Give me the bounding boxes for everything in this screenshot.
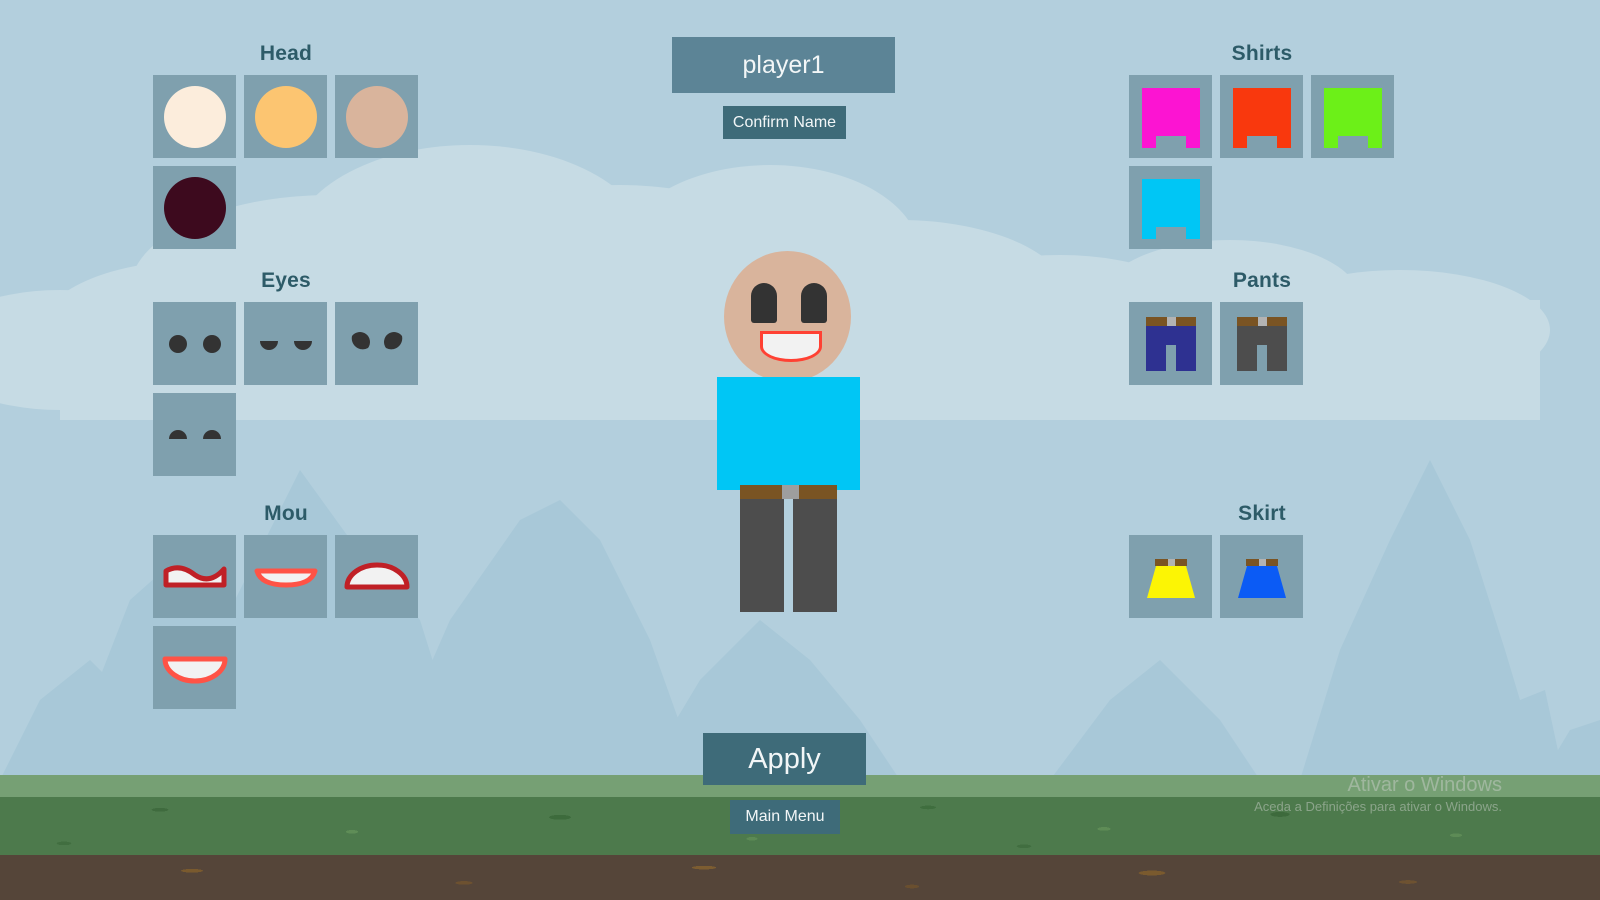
shirt-green-icon (1323, 87, 1382, 148)
shirt-option-2[interactable] (1311, 75, 1394, 158)
head-swatch-pale (163, 85, 226, 148)
mouth-arch-up-icon (344, 562, 409, 589)
section-mouth-title: Mou (264, 502, 308, 525)
section-pants-title: Pants (1232, 269, 1292, 292)
head-swatch-dark (163, 176, 226, 239)
avatar-eye-left (751, 283, 777, 323)
skirt-blue-icon (1237, 558, 1286, 598)
head-swatch-brown (345, 85, 408, 148)
avatar-leg-right (793, 490, 837, 612)
character-preview (700, 245, 900, 620)
skirt-yellow-icon (1146, 558, 1195, 598)
skirt-option-1[interactable] (1220, 535, 1303, 618)
skirt-option-0[interactable] (1129, 535, 1212, 618)
head-option-3[interactable] (153, 166, 236, 249)
avatar-head (724, 251, 851, 382)
head-swatch-tan (254, 85, 317, 148)
avatar-eye-right (801, 283, 827, 323)
pants-darkgray-icon (1236, 316, 1287, 371)
eyes-option-0[interactable] (153, 302, 236, 385)
shirt-cyan-icon (1141, 178, 1200, 239)
skirt-option-grid (1129, 535, 1395, 618)
head-option-1[interactable] (244, 75, 327, 158)
eyes-option-1[interactable] (244, 302, 327, 385)
section-eyes-title: Eyes (261, 269, 311, 292)
avatar-belt-buckle (782, 485, 799, 499)
mouth-option-1[interactable] (244, 535, 327, 618)
avatar-leg-left (740, 490, 784, 612)
pants-option-grid (1129, 302, 1395, 385)
mouth-arch-down-icon (162, 656, 227, 683)
section-skirt: Skirt (1129, 502, 1395, 618)
shirts-option-grid (1129, 75, 1395, 249)
pants-option-0[interactable] (1129, 302, 1212, 385)
eyes-option-2[interactable] (335, 302, 418, 385)
section-pants: Pants (1129, 269, 1395, 385)
ground-dirt (0, 855, 1600, 900)
mouth-option-2[interactable] (335, 535, 418, 618)
mouth-wavy-icon (163, 564, 226, 587)
avatar-legs (740, 490, 837, 612)
mouth-option-grid (153, 535, 419, 709)
section-head: Head (153, 42, 419, 249)
avatar-mouth (760, 331, 822, 362)
confirm-name-button[interactable]: Confirm Name (723, 106, 846, 139)
shirt-option-3[interactable] (1129, 166, 1212, 249)
pants-option-1[interactable] (1220, 302, 1303, 385)
section-eyes: Eyes (153, 269, 419, 476)
section-shirts-title: Shirts (1231, 42, 1293, 65)
head-option-2[interactable] (335, 75, 418, 158)
section-head-title: Head (259, 42, 313, 65)
eyes-round-icon (168, 334, 221, 353)
section-shirts: Shirts (1129, 42, 1395, 249)
shirt-red-icon (1232, 87, 1291, 148)
character-customization-screen: Head Eyes Mou player1 Confirm Name Shirt… (0, 0, 1600, 900)
eyes-option-3[interactable] (153, 393, 236, 476)
main-menu-button[interactable]: Main Menu (730, 800, 840, 834)
shirt-magenta-icon (1141, 87, 1200, 148)
eyes-sleepy-icon (259, 340, 312, 350)
apply-button[interactable]: Apply (703, 733, 866, 785)
shirt-option-0[interactable] (1129, 75, 1212, 158)
head-option-0[interactable] (153, 75, 236, 158)
shirt-option-1[interactable] (1220, 75, 1303, 158)
section-mouth: Mou (153, 502, 419, 709)
eyes-angry-icon (351, 331, 402, 349)
avatar-shirt (717, 377, 860, 490)
mouth-flat-icon (254, 568, 317, 587)
pants-navy-icon (1145, 316, 1196, 371)
eyes-halfmoon-icon (168, 429, 221, 439)
player-name-input[interactable] (672, 37, 895, 93)
mouth-option-0[interactable] (153, 535, 236, 618)
head-option-grid (153, 75, 419, 249)
section-skirt-title: Skirt (1238, 502, 1286, 525)
eyes-option-grid (153, 302, 419, 476)
mouth-option-3[interactable] (153, 626, 236, 709)
